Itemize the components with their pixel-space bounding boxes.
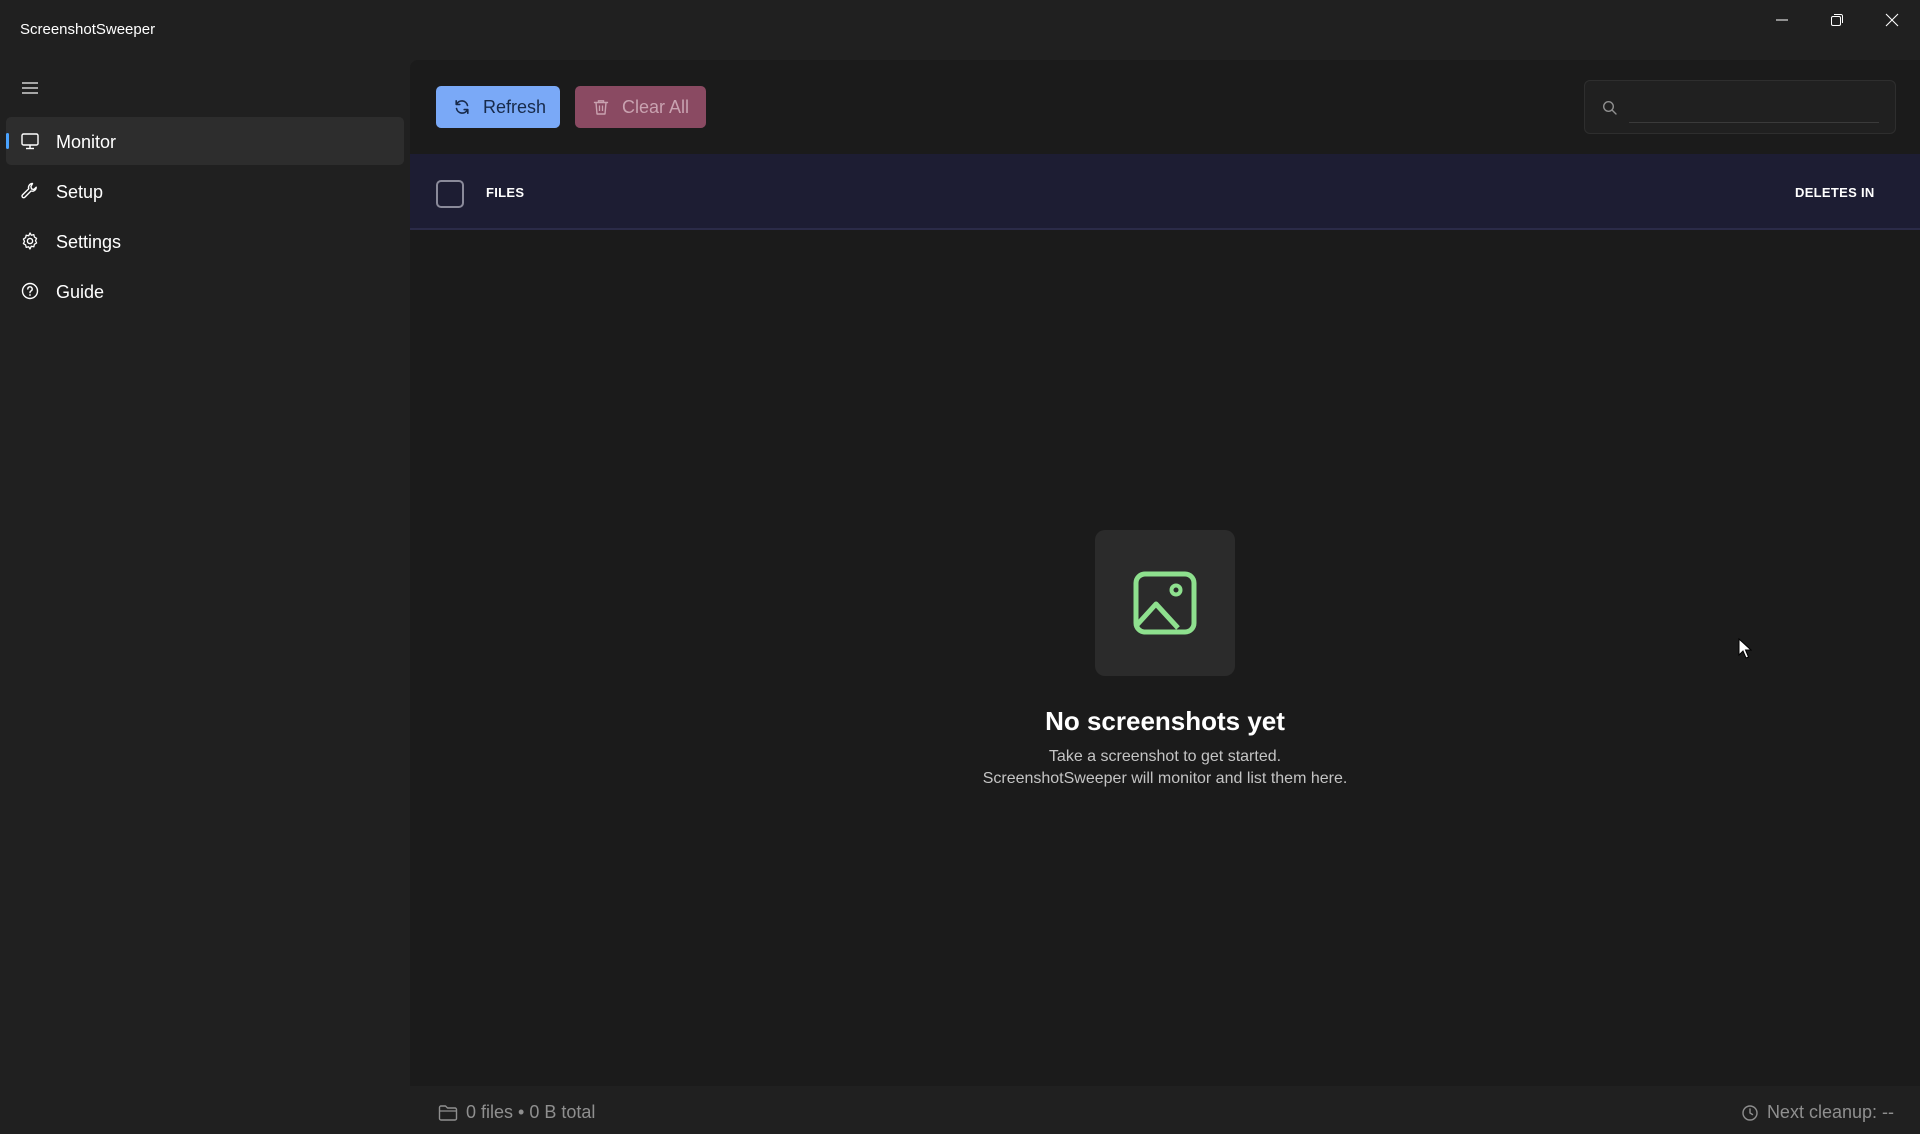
hamburger-icon — [22, 82, 38, 94]
close-button[interactable] — [1864, 0, 1920, 40]
clock-icon — [1742, 1104, 1758, 1121]
folder-icon — [438, 1104, 458, 1121]
minimize-icon — [1776, 19, 1788, 21]
search-box[interactable] — [1584, 80, 1896, 134]
main-content: Refresh Clear All FILES DELETES IN No sc… — [410, 60, 1920, 1134]
clear-all-label: Clear All — [622, 97, 690, 117]
next-cleanup-text: Next cleanup: -- — [1766, 1102, 1894, 1122]
refresh-icon — [455, 100, 469, 114]
next-cleanup: Next cleanup: -- — [1741, 1102, 1894, 1123]
restore-icon — [1831, 14, 1843, 26]
selection-indicator — [6, 133, 9, 149]
empty-state-description: ScreenshotSweeper will monitor and list … — [982, 770, 1348, 787]
column-header-files[interactable]: FILES — [486, 185, 524, 200]
sidebar-item-guide[interactable]: Guide — [6, 267, 404, 315]
status-bar: 0 files • 0 B total Next cleanup: -- — [410, 1086, 1920, 1134]
app-title: ScreenshotSweeper — [20, 21, 156, 38]
wrench-icon — [20, 181, 40, 201]
search-input[interactable] — [1629, 91, 1879, 123]
sidebar: Monitor Setup Settings Guide — [0, 60, 410, 1134]
table-header: FILES DELETES IN — [410, 154, 1920, 230]
menu-toggle-button[interactable] — [14, 72, 46, 104]
title-bar: ScreenshotSweeper — [0, 0, 1920, 60]
sidebar-item-label: Settings — [56, 232, 122, 252]
gear-icon — [20, 231, 40, 251]
file-summary-text: 0 files • 0 B total — [466, 1102, 596, 1122]
sidebar-item-label: Monitor — [56, 132, 117, 152]
monitor-icon — [20, 131, 40, 151]
trash-icon — [593, 100, 609, 115]
minimize-button[interactable] — [1754, 0, 1810, 40]
sidebar-item-settings[interactable]: Settings — [6, 217, 404, 265]
empty-state-description: Take a screenshot to get started. — [1048, 748, 1282, 765]
refresh-label: Refresh — [483, 97, 547, 117]
refresh-button[interactable]: Refresh — [436, 86, 560, 128]
select-all-checkbox[interactable] — [436, 180, 464, 208]
app-window: ScreenshotSweeper Monitor Setup Settings… — [0, 0, 1920, 1134]
toolbar: Refresh Clear All — [410, 60, 1920, 152]
sidebar-item-label: Setup — [56, 182, 104, 202]
help-circle-icon — [20, 281, 40, 301]
sidebar-item-setup[interactable]: Setup — [6, 167, 404, 215]
restore-button[interactable] — [1809, 0, 1865, 40]
sidebar-item-monitor[interactable]: Monitor — [6, 117, 404, 165]
file-summary: 0 files • 0 B total — [438, 1102, 595, 1123]
column-header-deletes-in[interactable]: DELETES IN — [1795, 185, 1875, 200]
close-icon — [1885, 13, 1899, 27]
sidebar-item-label: Guide — [56, 282, 105, 302]
empty-state-title: No screenshots yet — [1045, 706, 1285, 736]
clear-all-button[interactable]: Clear All — [575, 86, 706, 128]
image-icon — [1133, 571, 1197, 635]
empty-state-icon-box — [1095, 530, 1235, 676]
search-icon — [1602, 100, 1617, 115]
mouse-cursor-icon — [1738, 638, 1752, 659]
